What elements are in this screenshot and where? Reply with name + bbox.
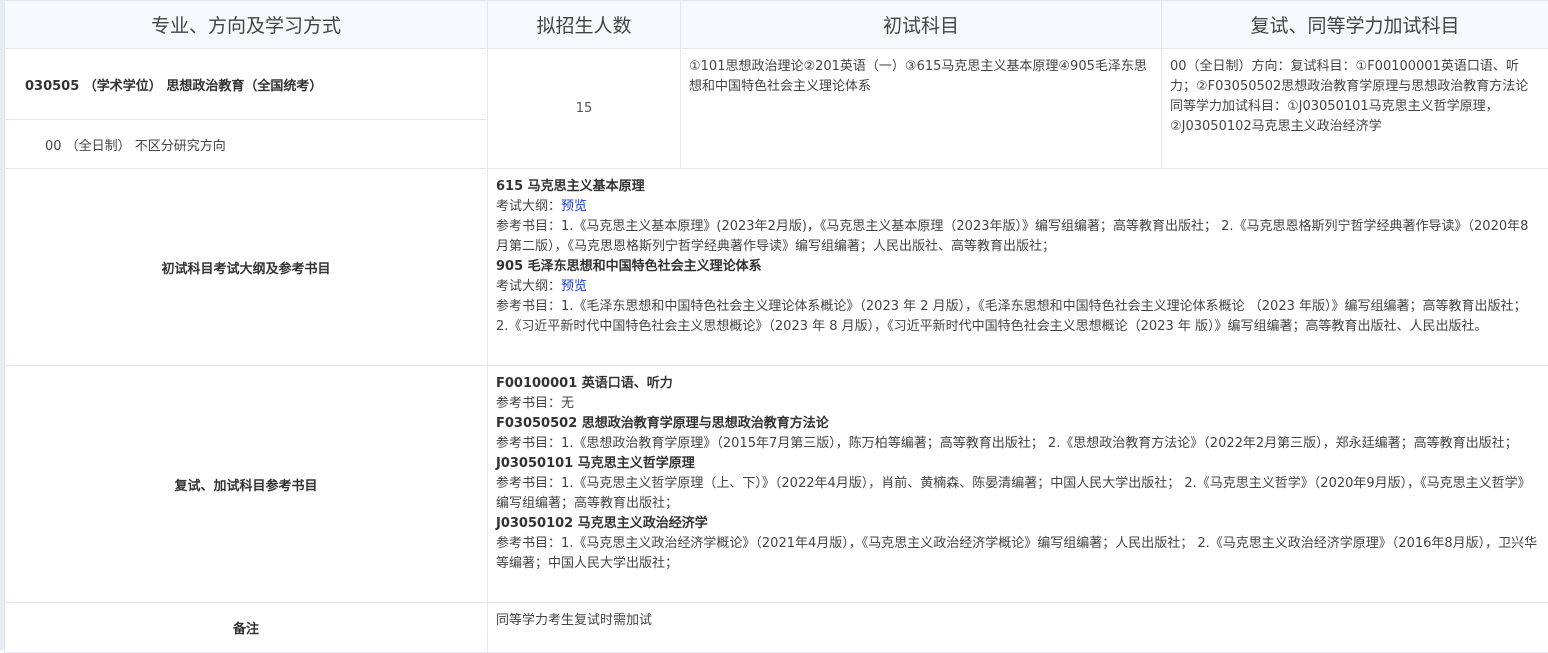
subject-905-outline: 考试大纲：预览 bbox=[496, 277, 1540, 297]
subject-905-title: 905 毛泽东思想和中国特色社会主义理论体系 bbox=[496, 257, 1540, 277]
subject-615-books: 参考书目：1.《马克思主义基本原理》(2023年2月版)，《马克思主义基本原理（… bbox=[496, 217, 1540, 257]
subject-905-books: 参考书目：1.《毛泽东思想和中国特色社会主义理论体系概论》（2023 年 2 月… bbox=[496, 297, 1540, 337]
retest-books-row: 复试、加试科目参考书目 F00100001 英语口语、听力 参考书目：无 F03… bbox=[5, 366, 1548, 603]
header-enroll-count: 拟招生人数 bbox=[488, 1, 681, 49]
retest-j03050102-title: J03050102 马克思主义政治经济学 bbox=[496, 514, 1540, 534]
header-initial-subjects: 初试科目 bbox=[681, 1, 1162, 49]
subject-615-outline: 考试大纲：预览 bbox=[496, 197, 1540, 217]
retest-f00100001-books: 参考书目：无 bbox=[496, 394, 1540, 414]
retest-f00100001-title: F00100001 英语口语、听力 bbox=[496, 374, 1540, 394]
preview-link-905[interactable]: 预览 bbox=[561, 279, 587, 294]
major-row: 030505 （学术学位） 思想政治教育（全国统考） 00 （全日制） 不区分研… bbox=[5, 49, 1548, 169]
notes-label: 备注 bbox=[5, 603, 488, 653]
notes-text: 同等学力考生复试时需加试 bbox=[488, 603, 1548, 653]
retest-j03050101-books: 参考书目：1.《马克思主义哲学原理（上、下）》（2022年4月版），肖前、黄楠森… bbox=[496, 474, 1540, 514]
retest-j03050102-books: 参考书目：1.《马克思主义政治经济学概论》（2021年4月版），《马克思主义政治… bbox=[496, 534, 1540, 574]
retest-f03050502-books: 参考书目：1.《思想政治教育学原理》（2015年7月第三版），陈万柏等编著；高等… bbox=[496, 434, 1540, 454]
enroll-count: 15 bbox=[488, 49, 681, 169]
header-retest-subjects: 复试、同等学力加试科目 bbox=[1162, 1, 1548, 49]
subject-615-title: 615 马克思主义基本原理 bbox=[496, 177, 1540, 197]
retest-j03050101-title: J03050101 马克思主义哲学原理 bbox=[496, 454, 1540, 474]
retest-subjects-text: 00（全日制）方向：复试科目：①F00100001英语口语、听力；②F03050… bbox=[1170, 57, 1540, 97]
syllabus-row: 初试科目考试大纲及参考书目 615 马克思主义基本原理 考试大纲：预览 参考书目… bbox=[5, 169, 1548, 366]
preview-link-615[interactable]: 预览 bbox=[561, 199, 587, 214]
retest-books-label: 复试、加试科目参考书目 bbox=[5, 366, 488, 603]
syllabus-label: 初试科目考试大纲及参考书目 bbox=[5, 169, 488, 366]
header-major-direction: 专业、方向及学习方式 bbox=[5, 1, 488, 49]
retest-subjects-cell: 00（全日制）方向：复试科目：①F00100001英语口语、听力；②F03050… bbox=[1162, 49, 1548, 169]
major-name: 030505 （学术学位） 思想政治教育（全国统考） bbox=[5, 49, 487, 119]
research-direction: 00 （全日制） 不区分研究方向 bbox=[5, 119, 487, 168]
outline-label: 考试大纲： bbox=[496, 279, 561, 294]
equivalent-subjects-text: 同等学力加试科目：①J03050101马克思主义哲学原理，②J03050102马… bbox=[1170, 97, 1540, 137]
notes-row: 备注 同等学力考生复试时需加试 bbox=[5, 603, 1548, 653]
major-cell: 030505 （学术学位） 思想政治教育（全国统考） 00 （全日制） 不区分研… bbox=[5, 49, 488, 169]
syllabus-detail: 615 马克思主义基本原理 考试大纲：预览 参考书目：1.《马克思主义基本原理》… bbox=[488, 169, 1548, 366]
header-row: 专业、方向及学习方式 拟招生人数 初试科目 复试、同等学力加试科目 bbox=[5, 1, 1548, 49]
retest-f03050502-title: F03050502 思想政治教育学原理与思想政治教育方法论 bbox=[496, 414, 1540, 434]
program-table: 专业、方向及学习方式 拟招生人数 初试科目 复试、同等学力加试科目 030505… bbox=[4, 0, 1548, 653]
program-table-container: 专业、方向及学习方式 拟招生人数 初试科目 复试、同等学力加试科目 030505… bbox=[0, 0, 1548, 650]
outline-label: 考试大纲： bbox=[496, 199, 561, 214]
initial-subjects-text: ①101思想政治理论②201英语（一）③615马克思主义基本原理④905毛泽东思… bbox=[681, 49, 1162, 169]
retest-books-detail: F00100001 英语口语、听力 参考书目：无 F03050502 思想政治教… bbox=[488, 366, 1548, 603]
